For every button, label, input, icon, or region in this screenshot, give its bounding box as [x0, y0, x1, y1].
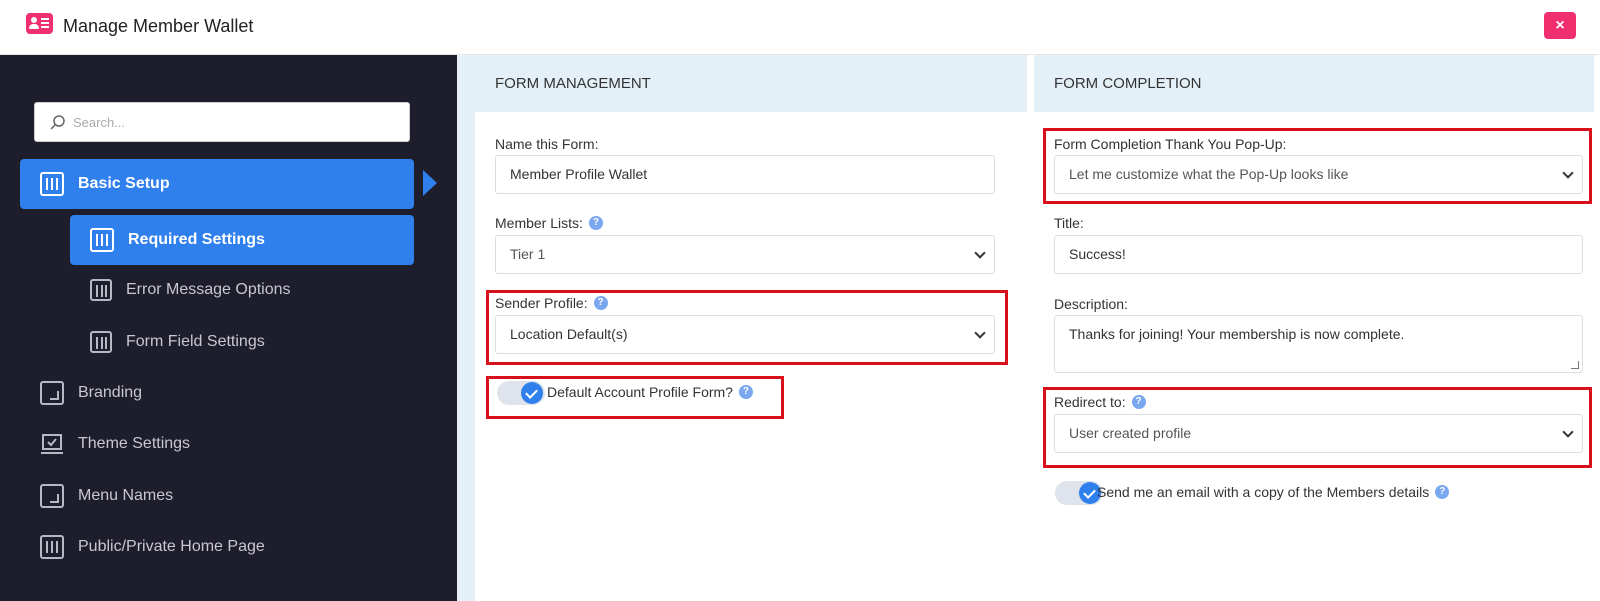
- help-icon[interactable]: ?: [588, 216, 603, 230]
- chevron-down-icon: [974, 327, 986, 339]
- member-lists-label: Member Lists: ?: [495, 215, 603, 231]
- search-icon: [50, 115, 65, 130]
- title-label: Title:: [1054, 215, 1084, 231]
- form-name-label: Name this Form:: [495, 136, 599, 152]
- sidebar-item-label: Menu Names: [78, 487, 174, 504]
- email-copy-label: Send me an email with a copy of the Memb…: [1097, 484, 1450, 500]
- sliders-icon: [40, 535, 64, 559]
- sidebar: Basic Setup Required Settings Error Mess…: [0, 55, 457, 601]
- form-name-input[interactable]: Member Profile Wallet: [495, 155, 995, 194]
- sender-profile-value: Location Default(s): [510, 326, 628, 342]
- chevron-down-icon: [1562, 167, 1574, 179]
- popup-label: Form Completion Thank You Pop-Up:: [1054, 136, 1287, 152]
- help-icon[interactable]: ?: [738, 385, 753, 399]
- sidebar-item-label: Theme Settings: [78, 435, 191, 452]
- sidebar-item-basic-setup[interactable]: Basic Setup: [20, 159, 414, 209]
- member-lists-value: Tier 1: [510, 246, 546, 262]
- sidebar-item-label: Public/Private Home Page: [78, 538, 265, 555]
- sidebar-item-theme-settings[interactable]: Theme Settings: [40, 432, 190, 456]
- check-icon: [521, 382, 543, 404]
- form-completion-heading: FORM COMPLETION: [1034, 55, 1594, 112]
- default-account-label: Default Account Profile Form? ?: [547, 384, 753, 400]
- sidebar-item-label: Form Field Settings: [126, 333, 265, 350]
- frame-icon: [40, 484, 64, 508]
- member-lists-select[interactable]: Tier 1: [495, 235, 995, 274]
- sidebar-item-form-field-settings[interactable]: Form Field Settings: [90, 330, 265, 354]
- window-title: Manage Member Wallet: [63, 16, 254, 36]
- sidebar-item-required-settings[interactable]: Required Settings: [70, 215, 414, 265]
- search-input[interactable]: [73, 111, 393, 133]
- description-value: Thanks for joining! Your membership is n…: [1069, 326, 1405, 342]
- description-label: Description:: [1054, 296, 1128, 312]
- sliders-icon: [90, 228, 114, 252]
- sidebar-item-label: Error Message Options: [126, 281, 291, 298]
- redirect-label-text: Redirect to:: [1054, 394, 1126, 410]
- popup-select[interactable]: Let me customize what the Pop-Up looks l…: [1054, 155, 1583, 194]
- help-icon[interactable]: ?: [1435, 485, 1450, 499]
- sender-profile-label: Sender Profile: ?: [495, 295, 608, 311]
- sidebar-item-label: Basic Setup: [78, 175, 170, 192]
- sidebar-item-branding[interactable]: Branding: [40, 381, 142, 405]
- member-card-icon: [26, 13, 53, 34]
- title-bar: Manage Member Wallet ×: [0, 0, 1600, 55]
- title-input[interactable]: Success!: [1054, 235, 1583, 274]
- sliders-icon: [40, 172, 64, 196]
- sidebar-item-public-private-home-page[interactable]: Public/Private Home Page: [40, 535, 265, 559]
- help-icon[interactable]: ?: [593, 296, 608, 310]
- member-lists-label-text: Member Lists:: [495, 215, 583, 231]
- email-copy-toggle[interactable]: [1055, 481, 1103, 505]
- sidebar-item-error-message-options[interactable]: Error Message Options: [90, 278, 291, 302]
- resize-handle-icon[interactable]: [1571, 361, 1579, 369]
- sliders-icon: [90, 331, 112, 353]
- sliders-icon: [90, 279, 112, 301]
- laptop-check-icon: [41, 434, 63, 454]
- help-icon[interactable]: ?: [1131, 395, 1146, 409]
- sender-profile-label-text: Sender Profile:: [495, 295, 588, 311]
- chevron-down-icon: [974, 247, 986, 259]
- sender-profile-select[interactable]: Location Default(s): [495, 315, 995, 354]
- default-account-label-text: Default Account Profile Form?: [547, 384, 733, 400]
- content-gutter: [457, 55, 475, 601]
- email-copy-label-text: Send me an email with a copy of the Memb…: [1097, 484, 1430, 500]
- sidebar-item-menu-names[interactable]: Menu Names: [40, 484, 173, 508]
- search-box[interactable]: [34, 102, 410, 142]
- active-arrow: [423, 170, 437, 196]
- popup-value: Let me customize what the Pop-Up looks l…: [1069, 166, 1349, 182]
- sidebar-item-label: Branding: [78, 384, 143, 401]
- description-textarea[interactable]: Thanks for joining! Your membership is n…: [1054, 315, 1583, 373]
- frame-icon: [40, 381, 64, 405]
- redirect-select[interactable]: User created profile: [1054, 414, 1583, 453]
- default-account-toggle[interactable]: [497, 381, 545, 405]
- redirect-value: User created profile: [1069, 425, 1192, 441]
- form-management-heading: FORM MANAGEMENT: [475, 55, 1027, 112]
- close-button[interactable]: ×: [1544, 12, 1576, 39]
- chevron-down-icon: [1562, 426, 1574, 438]
- sidebar-item-label: Required Settings: [128, 231, 265, 248]
- redirect-label: Redirect to: ?: [1054, 394, 1146, 410]
